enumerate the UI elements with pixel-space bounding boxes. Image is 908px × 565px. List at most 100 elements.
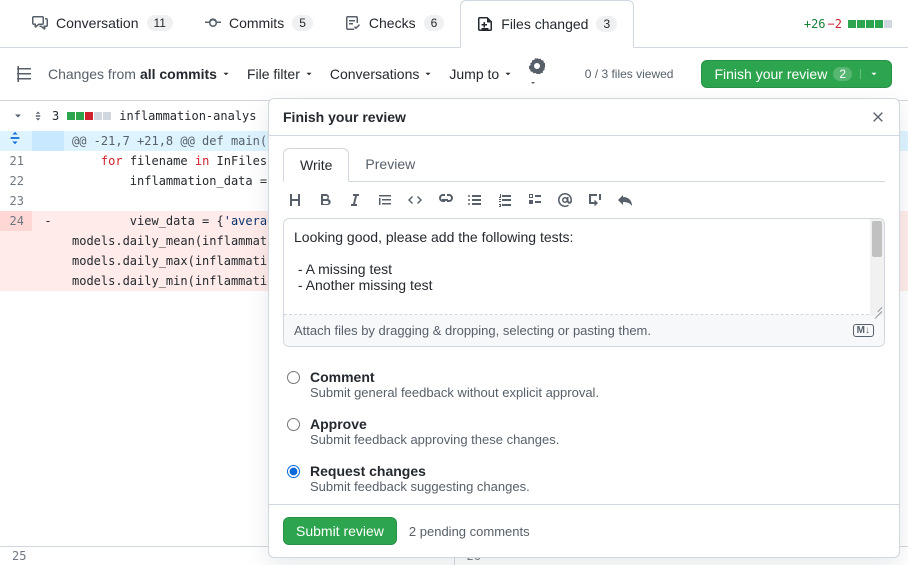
expand-hunk-button[interactable] xyxy=(0,131,32,151)
option-desc: Submit feedback suggesting changes. xyxy=(310,479,530,494)
tab-label: Files changed xyxy=(501,16,588,32)
heading-icon xyxy=(287,192,303,208)
option-approve[interactable]: Approve Submit feedback approving these … xyxy=(287,408,881,455)
option-label: Comment xyxy=(310,369,599,385)
diff-toolbar: Changes from all commits File filter Con… xyxy=(0,48,908,100)
checklist-icon xyxy=(345,15,361,31)
tab-files-changed[interactable]: Files changed 3 xyxy=(460,0,634,48)
additions: +26 xyxy=(804,17,826,31)
jump-to-dropdown[interactable]: Jump to xyxy=(449,66,513,82)
changes-from-prefix: Changes from xyxy=(48,66,136,82)
close-icon xyxy=(871,110,885,124)
comment-textarea-wrap: Looking good, please add the following t… xyxy=(283,218,885,347)
conversations-dropdown[interactable]: Conversations xyxy=(330,66,434,82)
diff-settings-dropdown[interactable] xyxy=(529,58,545,90)
italic-button[interactable] xyxy=(347,192,363,208)
mention-icon xyxy=(557,192,573,208)
line-number[interactable]: 21 xyxy=(0,151,32,171)
changes-from-value: all commits xyxy=(140,66,217,82)
tab-preview[interactable]: Preview xyxy=(349,148,431,181)
italic-icon xyxy=(347,192,363,208)
radio-request-changes[interactable] xyxy=(287,465,300,478)
reference-button[interactable] xyxy=(587,192,603,208)
tab-count: 5 xyxy=(292,15,313,31)
markdown-supported-icon[interactable]: M↓ xyxy=(853,324,874,337)
file-diff-icon xyxy=(477,16,493,32)
list-ol-button[interactable] xyxy=(497,192,513,208)
diffstat-summary: +26 −2 xyxy=(804,17,892,31)
collapse-file-toggle[interactable] xyxy=(12,110,24,122)
pr-tabs: Conversation 11 Commits 5 Checks 6 Files… xyxy=(0,0,908,48)
review-count: 2 xyxy=(833,67,852,81)
files-viewed-counter: 0 / 3 files viewed xyxy=(585,67,674,81)
caret-down-icon xyxy=(860,69,879,79)
link-icon xyxy=(437,192,453,208)
review-panel: Finish your review Write Preview Looking… xyxy=(268,98,900,558)
comment-discussion-icon xyxy=(32,15,48,31)
tab-count: 3 xyxy=(596,16,617,32)
quote-button[interactable] xyxy=(377,192,393,208)
code-button[interactable] xyxy=(407,192,423,208)
changes-from-dropdown[interactable]: Changes from all commits xyxy=(48,66,231,82)
panel-footer: Submit review 2 pending comments xyxy=(269,504,899,557)
tab-checks[interactable]: Checks 6 xyxy=(329,0,460,48)
tasklist-icon xyxy=(527,192,543,208)
link-button[interactable] xyxy=(437,192,453,208)
caret-down-icon xyxy=(423,69,433,79)
mention-button[interactable] xyxy=(557,192,573,208)
tab-label: Commits xyxy=(229,15,284,31)
tab-write[interactable]: Write xyxy=(283,148,349,182)
radio-approve[interactable] xyxy=(287,418,300,431)
list-ul-button[interactable] xyxy=(467,192,483,208)
attach-dropzone[interactable]: Attach files by dragging & dropping, sel… xyxy=(284,315,884,346)
option-desc: Submit general feedback without explicit… xyxy=(310,385,599,400)
file-filter-dropdown[interactable]: File filter xyxy=(247,66,314,82)
reply-icon xyxy=(617,192,633,208)
file-name[interactable]: inflammation-analys xyxy=(119,109,256,123)
heading-button[interactable] xyxy=(287,192,303,208)
finish-review-button[interactable]: Finish your review 2 xyxy=(701,60,892,88)
line-number[interactable]: 24 xyxy=(0,211,32,231)
caret-down-icon xyxy=(304,69,314,79)
line-number[interactable]: 22 xyxy=(0,171,32,191)
list-ul-icon xyxy=(467,192,483,208)
code-icon xyxy=(407,192,423,208)
tasklist-button[interactable] xyxy=(527,192,543,208)
tab-conversation[interactable]: Conversation 11 xyxy=(16,0,189,48)
diff-squares xyxy=(848,20,892,28)
cross-reference-icon xyxy=(587,192,603,208)
bold-button[interactable] xyxy=(317,192,333,208)
tab-count: 6 xyxy=(424,15,445,31)
markdown-toolbar xyxy=(283,182,885,218)
chevron-down-icon xyxy=(12,110,24,122)
drag-handle-icon[interactable] xyxy=(32,110,44,122)
bold-icon xyxy=(317,192,333,208)
tab-label: Checks xyxy=(369,15,416,31)
git-commit-icon xyxy=(205,15,221,31)
tab-count: 11 xyxy=(147,15,173,31)
radio-comment[interactable] xyxy=(287,371,300,384)
resize-handle[interactable] xyxy=(872,304,882,314)
file-tree-toggle-icon[interactable] xyxy=(16,66,32,82)
comment-textarea[interactable]: Looking good, please add the following t… xyxy=(284,219,884,315)
close-panel-button[interactable] xyxy=(871,110,885,124)
panel-header: Finish your review xyxy=(269,99,899,136)
tab-commits[interactable]: Commits 5 xyxy=(189,0,329,48)
submit-review-button[interactable]: Submit review xyxy=(283,517,397,545)
gear-icon xyxy=(529,58,545,74)
option-desc: Submit feedback approving these changes. xyxy=(310,432,559,447)
list-ol-icon xyxy=(497,192,513,208)
caret-down-icon xyxy=(503,69,513,79)
deletions: −2 xyxy=(828,17,842,31)
caret-down-icon xyxy=(529,79,537,87)
unfold-icon xyxy=(8,131,22,145)
scrollbar[interactable] xyxy=(870,219,884,316)
pending-comments-count: 2 pending comments xyxy=(409,524,530,539)
option-request-changes[interactable]: Request changes Submit feedback suggesti… xyxy=(287,455,881,502)
option-label: Request changes xyxy=(310,463,530,479)
reply-button[interactable] xyxy=(617,192,633,208)
caret-down-icon xyxy=(221,69,231,79)
panel-title: Finish your review xyxy=(283,109,406,125)
line-number[interactable]: 23 xyxy=(0,191,32,211)
option-comment[interactable]: Comment Submit general feedback without … xyxy=(287,361,881,408)
